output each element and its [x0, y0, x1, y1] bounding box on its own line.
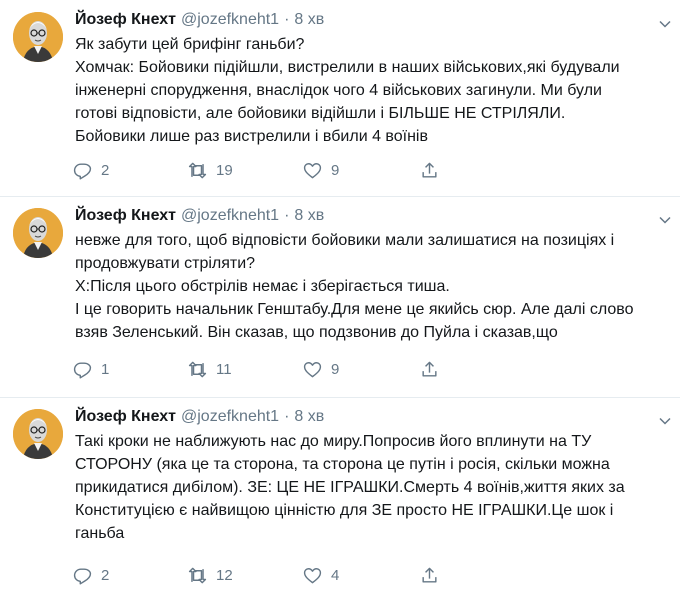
- like-button[interactable]: 9: [303, 161, 418, 180]
- retweet-button[interactable]: 19: [188, 161, 303, 180]
- separator: ·: [284, 207, 290, 224]
- tweet-actions: 2 19 9: [73, 158, 450, 182]
- author-handle[interactable]: @jozefkneht1: [181, 408, 279, 426]
- chevron-down-icon[interactable]: [659, 415, 671, 427]
- retweet-button[interactable]: 11: [188, 360, 303, 379]
- author-name[interactable]: Йозеф Кнехт: [75, 408, 176, 426]
- like-count: 9: [331, 161, 340, 179]
- tweet-content: Йозеф Кнехт @jozefkneht1 · 8 хв Такі кро…: [75, 405, 671, 545]
- like-count: 4: [331, 566, 340, 584]
- tweet-actions: 1 11 9: [73, 357, 450, 381]
- share-button[interactable]: [420, 360, 450, 379]
- timestamp[interactable]: 8 хв: [294, 408, 324, 426]
- chevron-down-icon[interactable]: [659, 18, 671, 30]
- like-icon: [303, 361, 322, 377]
- retweet-icon: [188, 162, 207, 178]
- retweet-icon: [188, 361, 207, 377]
- tweet-text: Такі кроки не наближують нас до миру.Поп…: [75, 433, 625, 542]
- like-button[interactable]: 9: [303, 360, 418, 379]
- share-button[interactable]: [420, 566, 450, 585]
- tweet-content: Йозеф Кнехт @jozefkneht1 · 8 хв невже дл…: [75, 204, 671, 344]
- chevron-down-icon[interactable]: [659, 214, 671, 226]
- separator: ·: [284, 11, 290, 28]
- retweet-count: 11: [216, 360, 232, 378]
- avatar[interactable]: [13, 12, 63, 62]
- reply-button[interactable]: 2: [73, 566, 188, 585]
- retweet-count: 19: [216, 161, 233, 179]
- tweet-actions: 2 12 4: [73, 563, 450, 587]
- tweet[interactable]: Йозеф Кнехт @jozefkneht1 · 8 хв Такі кро…: [0, 397, 680, 597]
- share-icon: [422, 567, 437, 583]
- reply-button[interactable]: 1: [73, 360, 188, 379]
- like-count: 9: [331, 360, 340, 378]
- share-icon: [422, 162, 437, 178]
- tweet[interactable]: Йозеф Кнехт @jozefkneht1 · 8 хв Як забут…: [0, 0, 680, 196]
- timestamp[interactable]: 8 хв: [294, 11, 324, 29]
- share-button[interactable]: [420, 161, 450, 180]
- reply-icon: [73, 361, 92, 379]
- separator: ·: [284, 408, 290, 425]
- author-handle[interactable]: @jozefkneht1: [181, 11, 279, 29]
- reply-icon: [73, 567, 92, 585]
- author-name[interactable]: Йозеф Кнехт: [75, 11, 176, 29]
- tweet-content: Йозеф Кнехт @jozefkneht1 · 8 хв Як забут…: [75, 8, 671, 148]
- avatar[interactable]: [13, 409, 63, 459]
- author-handle[interactable]: @jozefkneht1: [181, 207, 279, 225]
- tweet-header: Йозеф Кнехт @jozefkneht1 · 8 хв: [75, 8, 660, 32]
- tweet-header: Йозеф Кнехт @jozefkneht1 · 8 хв: [75, 405, 660, 429]
- like-icon: [303, 162, 322, 178]
- author-name[interactable]: Йозеф Кнехт: [75, 207, 176, 225]
- tweet-text: Як забути цей брифінг ганьби? Хомчак: Бо…: [75, 36, 620, 145]
- reply-count: 2: [101, 566, 110, 584]
- tweet-feed: Йозеф Кнехт @jozefkneht1 · 8 хв Як забут…: [0, 0, 680, 597]
- tweet[interactable]: Йозеф Кнехт @jozefkneht1 · 8 хв невже дл…: [0, 196, 680, 397]
- reply-icon: [73, 162, 92, 180]
- reply-count: 2: [101, 161, 110, 179]
- avatar[interactable]: [13, 208, 63, 258]
- retweet-button[interactable]: 12: [188, 566, 303, 585]
- tweet-text: невже для того, щоб відповісти бойовики …: [75, 232, 634, 341]
- retweet-icon: [188, 567, 207, 583]
- like-icon: [303, 567, 322, 583]
- like-button[interactable]: 4: [303, 566, 418, 585]
- tweet-header: Йозеф Кнехт @jozefkneht1 · 8 хв: [75, 204, 660, 228]
- share-icon: [422, 361, 437, 377]
- reply-count: 1: [101, 360, 110, 378]
- reply-button[interactable]: 2: [73, 161, 188, 180]
- retweet-count: 12: [216, 566, 233, 584]
- timestamp[interactable]: 8 хв: [294, 207, 324, 225]
